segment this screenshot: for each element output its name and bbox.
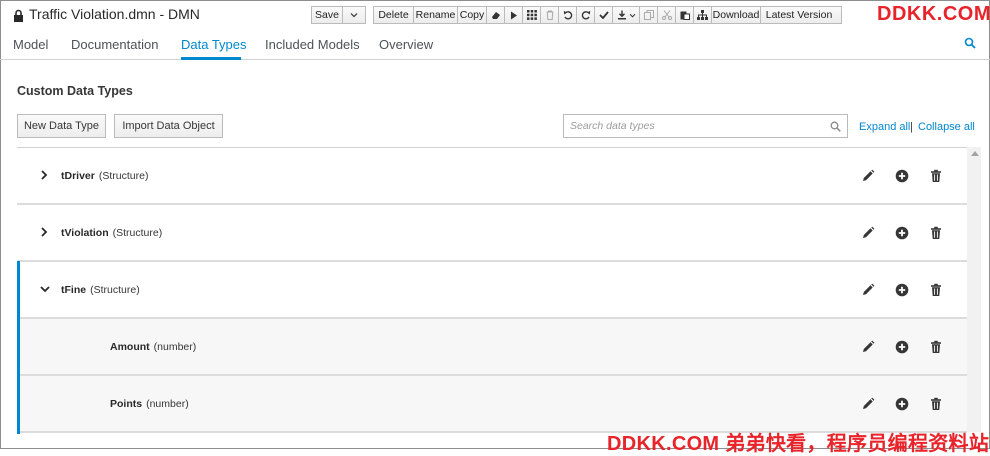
search-icon [830, 121, 841, 132]
eraser-icon [491, 11, 500, 19]
search-icon[interactable] [964, 37, 976, 49]
data-type-name: Amount (number) [110, 341, 197, 353]
list-scrollbar[interactable] [967, 147, 981, 432]
grid-icon [526, 10, 537, 20]
data-type-name: Points (number) [110, 398, 189, 410]
chevron-right-icon[interactable] [39, 170, 49, 180]
tab-included-models[interactable]: Included Models [265, 37, 360, 52]
search-data-types-box [563, 114, 848, 138]
grid-button[interactable] [522, 6, 541, 24]
section-title: Custom Data Types [17, 84, 133, 98]
chevron-down-icon[interactable] [40, 284, 50, 294]
editor-tabs: Model Documentation Data Types Included … [0, 30, 990, 60]
download-icon [617, 10, 626, 20]
rename-button[interactable]: Rename [413, 6, 458, 24]
chevron-down-icon [350, 13, 358, 18]
list-item-tviolation[interactable]: tViolation (Structure) [17, 205, 967, 262]
link-separator: | [910, 121, 913, 133]
undo-icon [563, 10, 572, 20]
expand-all-link[interactable]: Expand all [859, 121, 910, 133]
watermark-top: DDKK.COM [877, 3, 990, 25]
cut-button[interactable] [657, 6, 676, 24]
data-type-name: tDriver (Structure) [61, 170, 149, 182]
copy-button[interactable]: Copy [457, 6, 487, 24]
delete-button[interactable]: Delete [373, 6, 414, 24]
trash-toolbar-button[interactable] [540, 6, 559, 24]
eraser-button[interactable] [486, 6, 505, 24]
paste-icon [680, 11, 690, 20]
play-icon [510, 11, 517, 19]
new-data-type-button[interactable]: New Data Type [17, 114, 106, 138]
pencil-icon[interactable] [861, 283, 875, 297]
scroll-up-arrow-icon[interactable] [971, 151, 979, 156]
trash-icon[interactable] [929, 283, 943, 297]
plus-circle-icon[interactable] [895, 169, 909, 183]
scissors-icon [661, 10, 672, 20]
download-button[interactable]: Download [711, 6, 761, 24]
data-type-name: tViolation (Structure) [61, 227, 163, 239]
list-item-tdriver[interactable]: tDriver (Structure) [17, 148, 967, 205]
copy-icon [643, 10, 654, 20]
latest-version-dropdown[interactable]: Latest Version [760, 6, 842, 24]
tab-data-types[interactable]: Data Types [181, 37, 247, 52]
sitemap-button[interactable] [693, 6, 712, 24]
trash-icon[interactable] [929, 226, 943, 240]
lock-icon [14, 9, 23, 22]
play-button[interactable] [504, 6, 523, 24]
search-data-types-input[interactable] [564, 115, 824, 137]
data-type-name: tFine (Structure) [61, 284, 140, 296]
copy-toolbar-button[interactable] [639, 6, 658, 24]
tab-model[interactable]: Model [13, 37, 48, 52]
validate-button[interactable] [594, 6, 613, 24]
save-dropdown-button[interactable] [342, 6, 366, 24]
watermark-bottom: DDKK.COM 弟弟快看，程序员编程资料站 [607, 433, 990, 455]
pencil-icon[interactable] [861, 340, 875, 354]
pencil-icon[interactable] [861, 397, 875, 411]
title-bar: Traffic Violation.dmn - DMN Save Delete … [0, 0, 990, 30]
pencil-icon[interactable] [861, 226, 875, 240]
chevron-down-icon [629, 13, 635, 17]
toolbar-group: Delete Rename Copy Download Latest Versi… [373, 6, 842, 24]
list-item-points[interactable]: Points (number) [17, 375, 967, 434]
export-dropdown-button[interactable] [612, 6, 640, 24]
pencil-icon[interactable] [861, 169, 875, 183]
paste-button[interactable] [675, 6, 694, 24]
active-tab-indicator [181, 57, 241, 60]
plus-circle-icon[interactable] [895, 340, 909, 354]
trash-icon[interactable] [929, 397, 943, 411]
trash-icon[interactable] [929, 169, 943, 183]
list-item-amount[interactable]: Amount (number) [17, 318, 967, 377]
undo-button[interactable] [558, 6, 577, 24]
document-title: Traffic Violation.dmn - DMN [29, 6, 200, 22]
trash-icon[interactable] [929, 340, 943, 354]
tab-documentation[interactable]: Documentation [71, 37, 158, 52]
plus-circle-icon[interactable] [895, 226, 909, 240]
redo-icon [581, 10, 590, 20]
redo-button[interactable] [576, 6, 595, 24]
save-button[interactable]: Save [311, 6, 343, 24]
plus-circle-icon[interactable] [895, 283, 909, 297]
checkmark-icon [598, 11, 609, 19]
chevron-right-icon[interactable] [39, 227, 49, 237]
plus-circle-icon[interactable] [895, 397, 909, 411]
trash-icon [546, 10, 553, 20]
latest-version-label: Latest Version [765, 9, 833, 21]
sitemap-icon [697, 10, 708, 20]
collapse-all-link[interactable]: Collapse all [918, 121, 975, 133]
data-types-list: tDriver (Structure) tViolation (Structure)… [17, 147, 967, 434]
save-group: Save [311, 6, 366, 24]
tab-overview[interactable]: Overview [379, 37, 433, 52]
list-item-tfine[interactable]: tFine (Structure) [17, 261, 967, 320]
import-data-object-button[interactable]: Import Data Object [114, 114, 223, 138]
